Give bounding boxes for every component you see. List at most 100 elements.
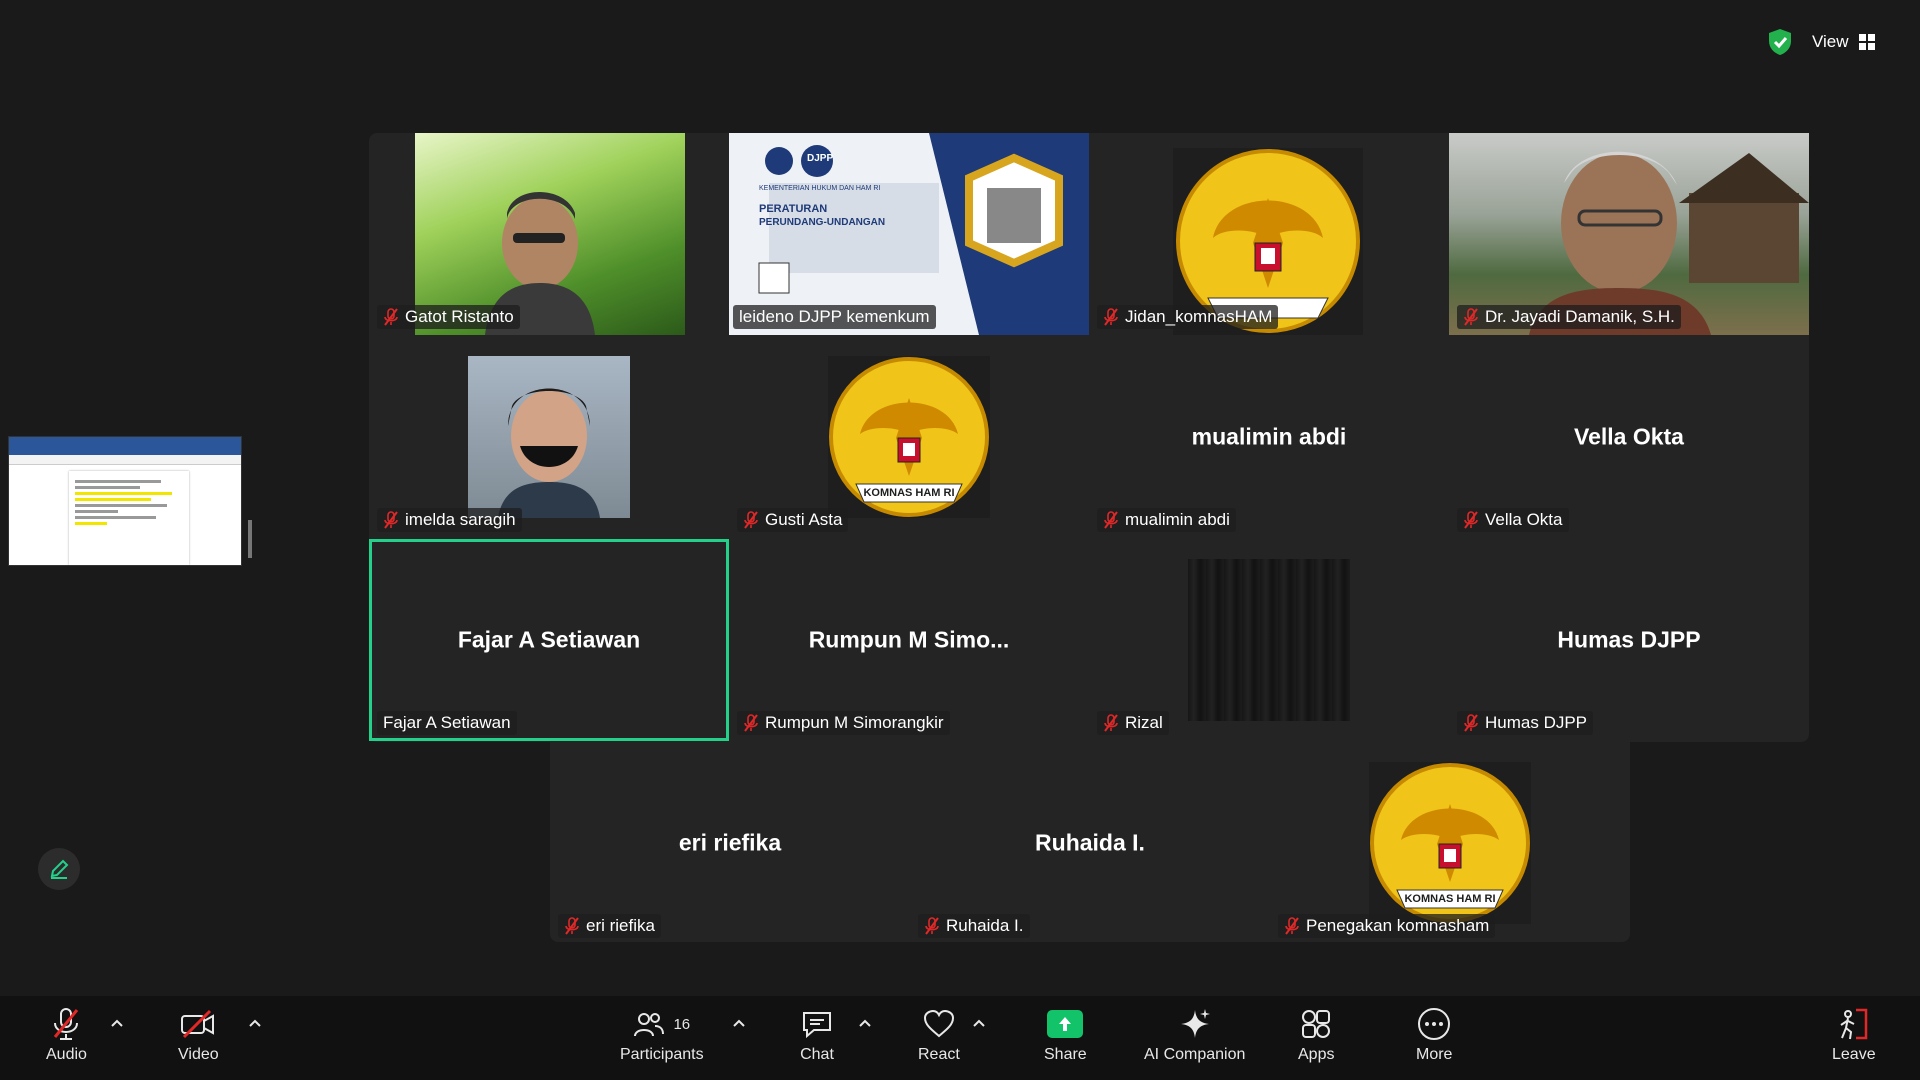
participant-display-name: eri riefika <box>678 829 782 856</box>
participant-name-label: Rumpun M Simorangkir <box>737 711 950 735</box>
participant-avatar-image <box>1188 559 1350 721</box>
view-button[interactable]: View <box>1812 26 1875 58</box>
audio-options-chevron-up-icon[interactable] <box>110 1016 124 1030</box>
view-label: View <box>1812 32 1849 51</box>
react-options-chevron-up-icon[interactable] <box>972 1016 986 1030</box>
meeting-stage: View Gatot Ristanto DJPP KEMENTERIAN HUK… <box>0 0 1920 996</box>
participant-name-label: Dr. Jayadi Damanik, S.H. <box>1457 305 1681 329</box>
react-button[interactable]: React <box>918 1004 960 1074</box>
slide-title: PERATURAN <box>759 203 828 215</box>
ai-companion-button[interactable]: AI Companion <box>1144 1004 1245 1074</box>
audio-label: Audio <box>46 1046 87 1063</box>
participant-tile[interactable]: Jidan_komnasHAM <box>1089 133 1449 335</box>
muted-mic-icon <box>925 917 939 935</box>
komnas-ham-emblem: KOMNAS HAM RI <box>828 356 990 518</box>
participant-tile[interactable]: Rumpun M Simo... Rumpun M Simorangkir <box>729 539 1089 741</box>
participant-display-name: Vella Okta <box>1574 423 1684 450</box>
participant-name-label: mualimin abdi <box>1097 508 1236 532</box>
react-label: React <box>918 1046 960 1063</box>
more-ellipsis-icon <box>1418 1008 1451 1040</box>
participant-tile[interactable]: KOMNAS HAM RI Penegakan komnasham <box>1270 742 1630 944</box>
share-button[interactable]: Share <box>1044 1004 1087 1074</box>
muted-mic-icon <box>744 511 758 529</box>
participant-tile[interactable]: Rizal <box>1089 539 1449 741</box>
muted-mic-icon <box>384 308 398 326</box>
video-off-icon <box>181 1009 215 1039</box>
participant-name-label: Gatot Ristanto <box>377 305 520 329</box>
chat-icon <box>803 1012 831 1039</box>
heart-icon <box>923 1009 954 1038</box>
muted-mic-icon <box>744 714 758 732</box>
share-screen-icon <box>1047 1010 1084 1038</box>
leave-button[interactable]: Leave <box>1832 1004 1876 1074</box>
audio-button[interactable]: Audio <box>46 1004 87 1074</box>
participant-name-label: Fajar A Setiawan <box>377 711 517 735</box>
participant-display-name: Fajar A Setiawan <box>457 626 641 653</box>
participant-name-label: imelda saragih <box>377 508 522 532</box>
apps-label: Apps <box>1298 1046 1335 1063</box>
participant-name-label: Rizal <box>1097 711 1169 735</box>
muted-mic-icon <box>1285 917 1299 935</box>
muted-mic-icon <box>565 917 579 935</box>
participant-tile[interactable]: Ruhaida I. Ruhaida I. <box>910 742 1270 944</box>
grid-view-icon <box>1858 34 1875 50</box>
meeting-toolbar: Audio Video 16 Participants Chat React S… <box>0 996 1920 1080</box>
share-label: Share <box>1044 1046 1087 1063</box>
participant-name-label: Gusti Asta <box>737 508 849 532</box>
muted-mic-icon <box>1104 308 1118 326</box>
participant-name-label: leideno DJPP kemenkum <box>733 305 936 329</box>
slide-line: KEMENTERIAN HUKUM DAN HAM RI <box>759 185 881 192</box>
encryption-shield-icon[interactable] <box>1764 26 1796 58</box>
video-button[interactable]: Video <box>178 1004 219 1074</box>
shared-screen-thumbnail[interactable] <box>8 436 242 566</box>
participant-tile-active-speaker[interactable]: Fajar A Setiawan Fajar A Setiawan <box>369 539 729 741</box>
participant-video <box>468 356 630 518</box>
video-options-chevron-up-icon[interactable] <box>248 1016 262 1030</box>
participant-display-name: Humas DJPP <box>1557 626 1701 653</box>
participant-tile[interactable]: KOMNAS HAM RI Gusti Asta <box>729 336 1089 538</box>
muted-microphone-icon <box>54 1008 79 1040</box>
djpp-badge: DJPP <box>807 153 834 164</box>
thumbnail-resize-handle[interactable] <box>248 520 252 558</box>
participant-tile[interactable]: Humas DJPP Humas DJPP <box>1449 539 1809 741</box>
muted-mic-icon <box>1104 511 1118 529</box>
video-label: Video <box>178 1046 219 1063</box>
participants-count: 16 <box>673 1015 691 1033</box>
participant-name-label: eri riefika <box>558 914 661 938</box>
participant-display-name: Rumpun M Simo... <box>808 626 1010 653</box>
participant-tile[interactable]: Dr. Jayadi Damanik, S.H. <box>1449 133 1809 335</box>
chat-label: Chat <box>800 1046 834 1063</box>
participant-name-label: Humas DJPP <box>1457 711 1594 735</box>
more-button[interactable]: More <box>1416 1004 1452 1074</box>
ai-companion-label: AI Companion <box>1144 1046 1246 1063</box>
more-label: More <box>1416 1046 1453 1063</box>
participants-button[interactable]: 16 Participants <box>620 1004 704 1074</box>
ai-sparkle-icon <box>1180 1009 1210 1038</box>
muted-mic-icon <box>1464 714 1478 732</box>
participant-tile[interactable]: Vella Okta Vella Okta <box>1449 336 1809 538</box>
participants-options-chevron-up-icon[interactable] <box>732 1016 746 1030</box>
annotate-pencil-button[interactable] <box>38 848 80 890</box>
participant-display-name: Ruhaida I. <box>1035 829 1145 856</box>
chat-options-chevron-up-icon[interactable] <box>858 1016 872 1030</box>
participant-tile[interactable]: mualimin abdi mualimin abdi <box>1089 336 1449 538</box>
participant-tile[interactable]: DJPP KEMENTERIAN HUKUM DAN HAM RI PERATU… <box>729 133 1089 335</box>
emblem-text: KOMNAS HAM RI <box>863 487 955 499</box>
emblem-text: KOMNAS HAM RI <box>1404 893 1496 905</box>
participants-icon <box>634 1013 665 1037</box>
komnas-ham-emblem: KOMNAS HAM RI <box>1369 762 1531 924</box>
participant-name-label: Vella Okta <box>1457 508 1569 532</box>
leave-exit-icon <box>1840 1008 1868 1040</box>
participant-tile[interactable]: eri riefika eri riefika <box>550 742 910 944</box>
muted-mic-icon <box>384 511 398 529</box>
chat-button[interactable]: Chat <box>800 1004 834 1074</box>
participant-name-label: Jidan_komnasHAM <box>1097 305 1279 329</box>
participant-tile[interactable]: Gatot Ristanto <box>369 133 729 335</box>
apps-button[interactable]: Apps <box>1298 1004 1334 1074</box>
participants-label: Participants <box>620 1046 704 1063</box>
participant-tile[interactable]: imelda saragih <box>369 336 729 538</box>
participant-name-label: Ruhaida I. <box>918 914 1030 938</box>
apps-icon <box>1302 1010 1331 1038</box>
muted-mic-icon <box>1464 308 1478 326</box>
participant-display-name: mualimin abdi <box>1191 423 1347 450</box>
